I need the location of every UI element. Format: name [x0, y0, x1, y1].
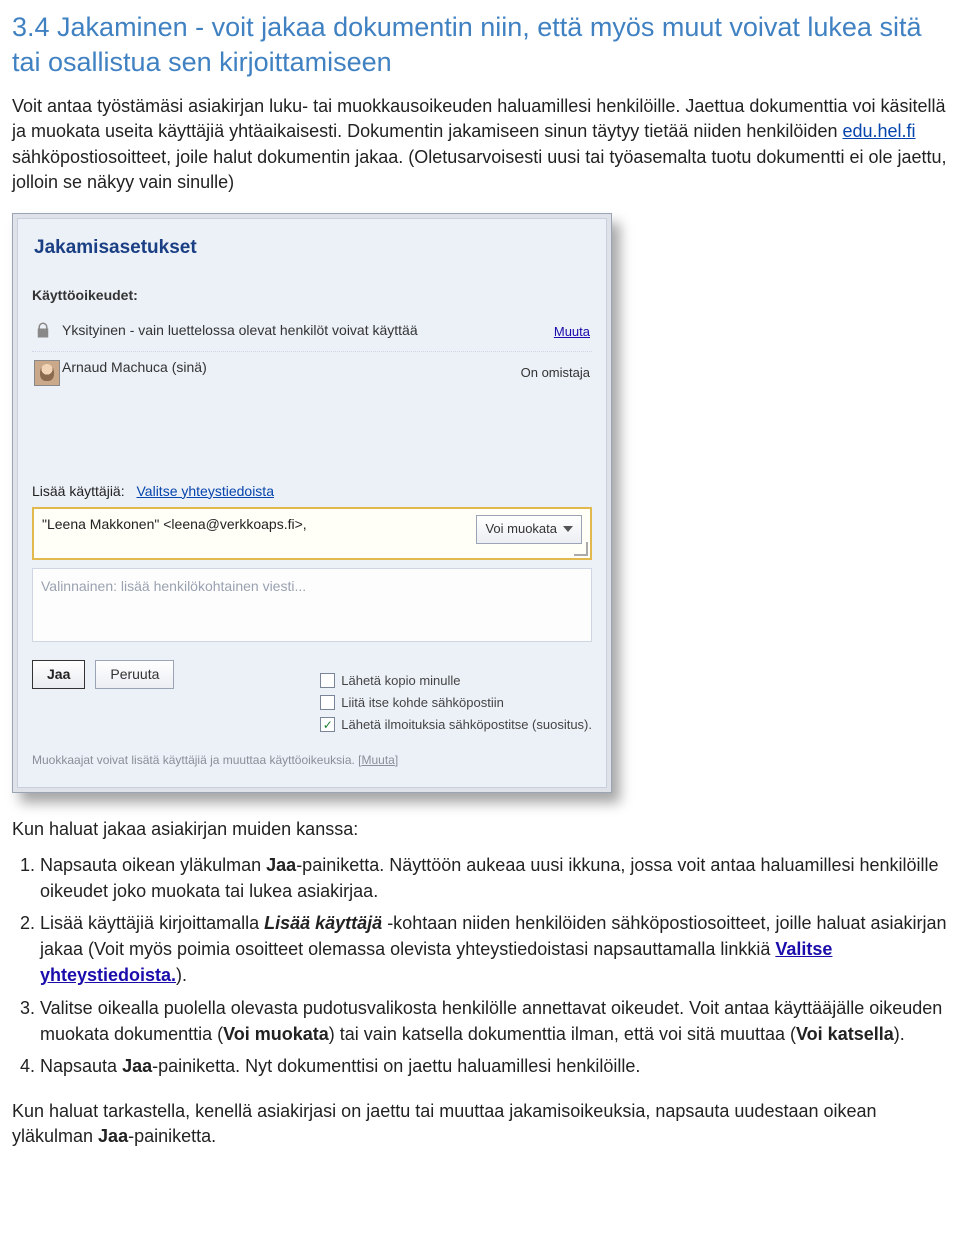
permission-owner-row: Arnaud Machuca (sinä) On omistaja [32, 351, 592, 392]
opt-email-notify-label: Lähetä ilmoituksia sähköpostitse (suosit… [341, 716, 592, 734]
choose-contacts-link[interactable]: Valitse yhteystiedoista [137, 483, 274, 499]
share-button[interactable]: Jaa [32, 660, 85, 690]
avatar-icon [34, 358, 62, 386]
owner-status: On omistaja [521, 358, 590, 382]
intro-text-2: sähköpostiosoitteet, joile halut dokumen… [12, 147, 947, 192]
message-input[interactable]: Valinnainen: lisää henkilökohtainen vies… [32, 568, 592, 642]
intro-text-1: Voit antaa työstämäsi asiakirjan luku- t… [12, 96, 946, 141]
step-4-post: -painiketta. Nyt dokumenttisi on jaettu … [152, 1056, 640, 1076]
step-4-bold: Jaa [122, 1056, 152, 1076]
add-users-label: Lisää käyttäjiä: [32, 483, 125, 499]
footer-post: -painiketta. [128, 1126, 216, 1146]
step-1: Napsauta oikean yläkulman Jaa-painiketta… [40, 852, 948, 904]
step-4-pre: Napsauta [40, 1056, 122, 1076]
opt-send-copy[interactable]: Lähetä kopio minulle [320, 672, 592, 690]
sharing-dialog: Jakamisasetukset Käyttöoikeudet: Yksityi… [12, 213, 612, 793]
opt-attach-item-label: Liitä itse kohde sähköpostiin [341, 694, 504, 712]
opt-attach-item[interactable]: Liitä itse kohde sähköpostiin [320, 694, 592, 712]
step-3-bold2: Voi katsella [796, 1024, 894, 1044]
dialog-body: Jakamisasetukset Käyttöoikeudet: Yksityi… [17, 218, 607, 788]
add-users-value: "Leena Makkonen" <leena@verkkoaps.fi>, [42, 515, 468, 535]
checkbox-checked-icon[interactable] [320, 717, 335, 732]
edu-hel-link[interactable]: edu.hel.fi [842, 121, 915, 141]
step-2-bold: Lisää käyttäjä [264, 913, 382, 933]
intro-paragraph: Voit antaa työstämäsi asiakirjan luku- t… [12, 94, 948, 195]
permission-select[interactable]: Voi muokata [476, 515, 582, 543]
footer-paragraph: Kun haluat tarkastella, kenellä asiakirj… [12, 1099, 948, 1149]
chevron-down-icon [563, 524, 573, 534]
step-2: Lisää käyttäjiä kirjoittamalla Lisää käy… [40, 910, 948, 988]
permission-select-label: Voi muokata [485, 520, 557, 538]
permissions-label: Käyttöoikeudet: [32, 286, 592, 306]
permission-private-row: Yksityinen - vain luettelossa olevat hen… [32, 315, 592, 351]
dialog-buttons: Jaa Peruuta [32, 660, 174, 690]
add-users-row: Lisää käyttäjiä: Valitse yhteystiedoista [32, 482, 592, 502]
checkbox-icon[interactable] [320, 673, 335, 688]
notify-options: Lähetä kopio minulle Liitä itse kohde sä… [320, 672, 592, 739]
step-3-post: ). [894, 1024, 905, 1044]
footer-bold: Jaa [98, 1126, 128, 1146]
step-1-bold: Jaa [266, 855, 296, 875]
change-privacy-link[interactable]: Muuta [554, 321, 590, 341]
step-3-bold1: Voi muokata [223, 1024, 329, 1044]
permission-private-text: Yksityinen - vain luettelossa olevat hen… [62, 321, 554, 340]
step-3: Valitse oikealla puolella olevasta pudot… [40, 995, 948, 1047]
step-1-pre: Napsauta oikean yläkulman [40, 855, 266, 875]
editors-note-text: Muokkaajat voivat lisätä käyttäjiä ja mu… [32, 753, 362, 767]
steps-lead: Kun haluat jakaa asiakirjan muiden kanss… [12, 817, 948, 842]
step-4: Napsauta Jaa-painiketta. Nyt dokumenttis… [40, 1053, 948, 1079]
opt-email-notify[interactable]: Lähetä ilmoituksia sähköpostitse (suosit… [320, 716, 592, 734]
opt-send-copy-label: Lähetä kopio minulle [341, 672, 460, 690]
lock-icon [34, 321, 62, 345]
owner-name: Arnaud Machuca (sinä) [62, 358, 521, 377]
step-3-mid: ) tai vain katsella dokumenttia ilman, e… [329, 1024, 796, 1044]
avatar [34, 360, 60, 386]
add-users-input[interactable]: "Leena Makkonen" <leena@verkkoaps.fi>, V… [32, 507, 592, 559]
cancel-button[interactable]: Peruuta [95, 660, 174, 690]
dialog-title: Jakamisasetukset [34, 235, 592, 262]
checkbox-icon[interactable] [320, 695, 335, 710]
resize-handle-icon[interactable] [574, 542, 588, 556]
step-2-post: ). [176, 965, 187, 985]
editors-note-change-link[interactable]: Muuta [362, 753, 395, 767]
editors-note-close: ] [395, 753, 398, 767]
step-2-pre: Lisää käyttäjiä kirjoittamalla [40, 913, 264, 933]
steps-list: Napsauta oikean yläkulman Jaa-painiketta… [40, 852, 948, 1079]
editors-note: Muokkaajat voivat lisätä käyttäjiä ja mu… [32, 752, 592, 769]
section-heading: 3.4 Jakaminen - voit jakaa dokumentin ni… [12, 10, 948, 80]
